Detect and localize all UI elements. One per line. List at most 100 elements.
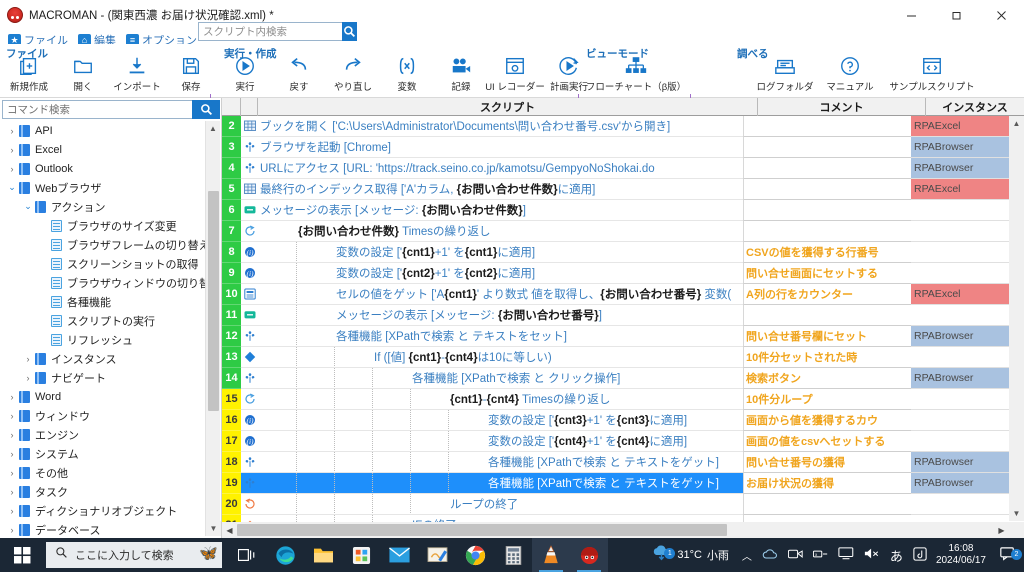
edge-icon[interactable] [266,538,304,572]
ribbon-button-record[interactable]: 記録 [434,53,488,93]
comment-cell[interactable] [743,221,911,242]
ribbon-button-log-folder[interactable]: ログフォルダ [752,53,818,93]
ribbon-button-ui-recorder[interactable]: UI レコーダー [485,53,545,93]
tree-item[interactable]: › API [1,121,205,140]
row-number[interactable]: 13 [222,347,241,368]
tree-item[interactable]: › インスタンス [1,349,205,368]
close-button[interactable] [979,0,1024,30]
script-cell[interactable]: If ([値] {cnt1}-{cnt4}は10に等しい) [258,347,743,368]
command-tree-scrollbar[interactable]: ▲ ▼ [205,121,221,536]
script-cell[interactable]: 各種機能 [XPathで検索 と テキストをゲット] [258,452,743,473]
tree-item[interactable]: リフレッシュ [1,330,205,349]
instance-cell[interactable] [911,263,1009,284]
taskbar-clock[interactable]: 16:08 2024/06/17 [936,543,986,567]
script-cell[interactable]: URLにアクセス [URL: 'https://track.seino.co.j… [258,158,743,179]
tree-item[interactable]: › システム [1,444,205,463]
tree-item[interactable]: ブラウザフレームの切り替え [1,235,205,254]
command-tree[interactable]: › API › Excel › Outlook ⌄ Webブラウザ ⌄ アクション ブラウザのサイズ… [1,121,205,536]
grid-scroll-left-icon[interactable]: ◀ [222,522,237,538]
script-cell[interactable]: 各種機能 [XPathで検索 と クリック操作] [258,368,743,389]
ribbon-button-redo[interactable]: やり直し [326,53,380,93]
table-row[interactable]: 17 (i) 変数の設定 ['{cnt4}+1' を{cnt4}に適用] 画面の値をc… [222,431,1009,452]
comment-cell[interactable]: 10件分セットされた時 [743,347,911,368]
row-number[interactable]: 16 [222,410,241,431]
comment-cell[interactable]: 画面の値をcsvへセットする [743,431,911,452]
tree-item[interactable]: ⌄ アクション [1,197,205,216]
ribbon-button-variable[interactable]: 変数 [380,53,434,93]
script-cell[interactable]: 最終行のインデックス取得 ['A'カラム, {お問い合わせ件数}に適用] [258,179,743,200]
onedrive-icon[interactable] [762,548,778,563]
script-cell[interactable]: 変数の設定 ['{cnt3}+1' を{cnt3}に適用] [258,410,743,431]
monitor-icon[interactable] [838,547,854,563]
windows-start-icon[interactable] [0,538,44,572]
table-row[interactable]: 4 URLにアクセス [URL: 'https://track.seino.co.… [222,158,1009,179]
table-row[interactable]: 19 各種機能 [XPathで検索 と テキストをゲット] お届け状況の獲得 RPAB… [222,473,1009,494]
tree-item[interactable]: › ナビゲート [1,368,205,387]
grid-scroll-up-icon[interactable]: ▲ [1009,116,1024,131]
tree-item[interactable]: › タスク [1,482,205,501]
row-number[interactable]: 5 [222,179,241,200]
weather-widget[interactable]: 1 31°C 小雨 [651,544,729,566]
table-row[interactable]: 16 (i) 変数の設定 ['{cnt3}+1' を{cnt3}に適用] 画面から値を… [222,410,1009,431]
chrome-icon[interactable] [456,538,494,572]
instance-cell[interactable]: RPABrowser [911,452,1009,473]
instance-cell[interactable]: RPABrowser [911,137,1009,158]
chevron-right-icon[interactable]: › [5,525,19,535]
command-search[interactable] [2,100,220,119]
comment-cell[interactable] [743,200,911,221]
table-row[interactable]: 15 {cnt1}-{cnt4} Timesの繰り返し 10件分ループ [222,389,1009,410]
comment-cell[interactable] [743,137,911,158]
table-row[interactable]: 20 ループの終了 [222,494,1009,515]
script-cell[interactable]: 変数の設定 ['{cnt1}+1' を{cnt1}に適用] [258,242,743,263]
tree-item[interactable]: › その他 [1,463,205,482]
comment-cell[interactable] [743,494,911,515]
ribbon-button-import[interactable]: インポート [110,53,164,93]
ribbon-button-run[interactable]: 実行 [218,53,272,93]
table-row[interactable]: 9 (i) 変数の設定 ['{cnt2}+1' を{cnt2}に適用] 問い合せ画面に… [222,263,1009,284]
chevron-right-icon[interactable]: › [5,468,19,478]
script-search[interactable] [198,22,357,41]
tree-item[interactable]: › Outlook [1,159,205,178]
script-search-button[interactable] [342,22,357,41]
row-number[interactable]: 9 [222,263,241,284]
comment-cell[interactable] [743,179,911,200]
ime-a-icon[interactable]: あ [890,546,903,565]
grid-header-script[interactable]: スクリプト [258,98,758,116]
minimize-button[interactable] [889,0,934,30]
maximize-button[interactable] [934,0,979,30]
file-explorer-icon[interactable] [304,538,342,572]
tree-item[interactable]: › ウィンドウ [1,406,205,425]
table-row[interactable]: 8 (i) 変数の設定 ['{cnt1}+1' を{cnt1}に適用] CSVの値を獲… [222,242,1009,263]
table-row[interactable]: 10 セルの値をゲット ['A{cnt1}' より数式 値を取得し、{お問い合わせ… [222,284,1009,305]
comment-cell[interactable]: 問い合せ画面にセットする [743,263,911,284]
ribbon-button-undo[interactable]: 戻す [272,53,326,93]
script-cell[interactable]: 変数の設定 ['{cnt4}+1' を{cnt4}に適用] [258,431,743,452]
table-row[interactable]: 18 各種機能 [XPathで検索 と テキストをゲット] 問い合せ番号の獲得 RPA… [222,452,1009,473]
table-row[interactable]: 7 {お問い合わせ件数} Timesの繰り返し [222,221,1009,242]
instance-cell[interactable] [911,305,1009,326]
ribbon-button-manual[interactable]: マニュアル [818,53,882,93]
comment-cell[interactable]: 問い合せ番号の獲得 [743,452,911,473]
row-number[interactable]: 8 [222,242,241,263]
instance-cell[interactable] [911,200,1009,221]
instance-cell[interactable]: RPAExcel [911,179,1009,200]
instance-cell[interactable] [911,410,1009,431]
comment-cell[interactable]: お届け状況の獲得 [743,473,911,494]
grid-hscrollbar-thumb[interactable] [237,524,727,536]
table-row[interactable]: 2 ブックを開く ['C:\Users\Administrator\Documen… [222,116,1009,137]
instance-cell[interactable]: RPAExcel [911,284,1009,305]
macroman-icon[interactable] [570,538,608,572]
script-cell[interactable]: 各種機能 [XPathで検索 と テキストをゲット] [258,473,743,494]
chevron-up-icon[interactable]: ︿ [742,548,752,563]
tree-item[interactable]: › データベース [1,520,205,536]
tree-item[interactable]: › ディクショナリオブジェクト [1,501,205,520]
row-number[interactable]: 20 [222,494,241,515]
row-number[interactable]: 11 [222,305,241,326]
ribbon-button-save[interactable]: 保存 [164,53,218,93]
script-cell[interactable]: メッセージの表示 [メッセージ: {お問い合わせ番号}] [258,305,743,326]
chevron-right-icon[interactable]: › [5,430,19,440]
grid-scroll-down-icon[interactable]: ▼ [1009,506,1024,521]
instance-cell[interactable] [911,347,1009,368]
whiteboard-icon[interactable] [418,538,456,572]
ribbon-button-flowchart[interactable]: フローチャート（β版） [582,53,690,93]
